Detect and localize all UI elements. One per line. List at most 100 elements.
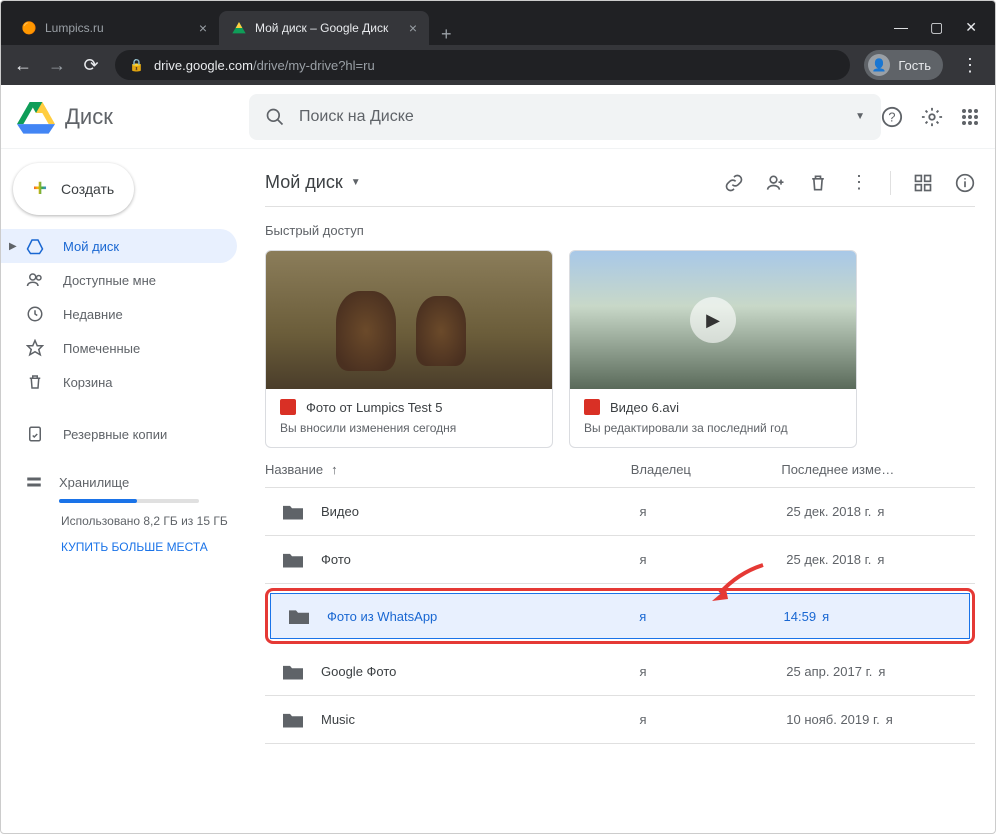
row-name: Фото из WhatsApp bbox=[327, 609, 437, 624]
quick-access-title: Быстрый доступ bbox=[265, 223, 975, 238]
forward-button[interactable]: → bbox=[47, 55, 67, 76]
quick-card-sub: Вы вносили изменения сегодня bbox=[280, 421, 538, 435]
sidebar-item-starred[interactable]: Помеченные bbox=[1, 331, 237, 365]
folder-icon bbox=[283, 664, 303, 680]
buy-storage-link[interactable]: КУПИТЬ БОЛЬШЕ МЕСТА bbox=[61, 540, 231, 554]
folder-icon bbox=[283, 712, 303, 728]
video-file-icon bbox=[584, 399, 600, 415]
apps-icon[interactable] bbox=[961, 108, 979, 126]
column-header-owner[interactable]: Владелец bbox=[631, 462, 782, 477]
quick-card[interactable]: Фото от Lumpics Test 5 Вы вносили измене… bbox=[265, 250, 553, 448]
breadcrumb[interactable]: Мой диск ▼ bbox=[265, 172, 361, 193]
reload-button[interactable]: ⟳ bbox=[81, 55, 101, 76]
profile-chip[interactable]: 👤 Гость bbox=[864, 50, 943, 80]
row-modified: 25 дек. 2018 г. bbox=[786, 504, 871, 519]
minimize-icon[interactable]: ― bbox=[894, 19, 908, 35]
trash-icon bbox=[25, 373, 45, 391]
grid-view-icon[interactable] bbox=[913, 173, 933, 193]
help-icon[interactable]: ? bbox=[881, 106, 903, 128]
favicon-icon: 🟠 bbox=[21, 20, 37, 36]
profile-label: Гость bbox=[898, 58, 931, 73]
sidebar-item-shared[interactable]: Доступные мне bbox=[1, 263, 237, 297]
app-logo[interactable]: Диск bbox=[17, 100, 249, 134]
row-owner: я bbox=[639, 664, 786, 679]
create-button[interactable]: + Создать bbox=[13, 163, 134, 215]
row-owner: я bbox=[639, 712, 786, 727]
table-row[interactable]: Фото я 25 дек. 2018 г.я bbox=[265, 536, 975, 584]
settings-icon[interactable] bbox=[921, 106, 943, 128]
quick-card-name: Фото от Lumpics Test 5 bbox=[306, 400, 442, 415]
search-placeholder: Поиск на Диске bbox=[299, 108, 414, 126]
storage-used-text: Использовано 8,2 ГБ из 15 ГБ bbox=[61, 513, 231, 530]
storage-label[interactable]: Хранилище bbox=[59, 475, 129, 490]
sidebar-item-label: Помеченные bbox=[63, 341, 140, 356]
url-path: /drive/my-drive?hl=ru bbox=[253, 58, 375, 73]
folder-icon bbox=[289, 608, 309, 624]
more-button[interactable]: ⋮ bbox=[850, 172, 868, 193]
info-icon[interactable] bbox=[955, 173, 975, 193]
table-row[interactable]: Google Фото я 25 апр. 2017 г.я bbox=[265, 648, 975, 696]
close-window-icon[interactable]: ✕ bbox=[965, 19, 977, 36]
sidebar-item-backups[interactable]: Резервные копии bbox=[1, 417, 237, 451]
sidebar-item-label: Доступные мне bbox=[63, 273, 156, 288]
image-file-icon bbox=[280, 399, 296, 415]
clock-icon bbox=[25, 305, 45, 323]
table-row[interactable]: Music я 10 нояб. 2019 г.я bbox=[265, 696, 975, 744]
lock-icon: 🔒 bbox=[129, 58, 144, 72]
sidebar-item-trash[interactable]: Корзина bbox=[1, 365, 237, 399]
row-modified: 10 нояб. 2019 г. bbox=[786, 712, 880, 727]
row-modified: 25 апр. 2017 г. bbox=[786, 664, 872, 679]
delete-icon[interactable] bbox=[808, 173, 828, 193]
table-row[interactable]: Фото из WhatsApp я 14:59я bbox=[270, 593, 970, 639]
create-label: Создать bbox=[61, 181, 114, 197]
add-person-icon[interactable] bbox=[766, 173, 786, 193]
quick-card-name: Видео 6.avi bbox=[610, 400, 679, 415]
sidebar-item-my-drive[interactable]: ▶ Мой диск bbox=[1, 229, 237, 263]
sidebar-item-label: Корзина bbox=[63, 375, 113, 390]
new-tab-button[interactable]: + bbox=[429, 24, 464, 45]
quick-card-sub: Вы редактировали за последний год bbox=[584, 421, 842, 435]
browser-tab[interactable]: 🟠 Lumpics.ru × bbox=[9, 11, 219, 45]
storage-bar bbox=[59, 499, 199, 503]
storage-icon bbox=[25, 473, 43, 491]
browser-tab[interactable]: Мой диск – Google Диск × bbox=[219, 11, 429, 45]
back-button[interactable]: ← bbox=[13, 55, 33, 76]
table-row[interactable]: Видео я 25 дек. 2018 г.я bbox=[265, 488, 975, 536]
people-icon bbox=[25, 271, 45, 289]
backup-icon bbox=[25, 425, 45, 443]
sidebar-item-label: Резервные копии bbox=[63, 427, 167, 442]
row-name: Music bbox=[321, 712, 355, 727]
search-icon bbox=[265, 107, 285, 127]
search-options-icon[interactable]: ▼ bbox=[855, 111, 865, 122]
sidebar-item-recent[interactable]: Недавние bbox=[1, 297, 237, 331]
star-icon bbox=[25, 339, 45, 357]
search-bar[interactable]: Поиск на Диске ▼ bbox=[249, 94, 881, 140]
drive-logo-icon bbox=[17, 100, 55, 134]
sidebar-item-label: Мой диск bbox=[63, 239, 119, 254]
browser-menu-button[interactable]: ⋮ bbox=[957, 55, 983, 76]
address-bar[interactable]: 🔒 drive.google.com/drive/my-drive?hl=ru bbox=[115, 50, 850, 80]
close-icon[interactable]: × bbox=[409, 20, 417, 36]
row-modified: 14:59 bbox=[784, 609, 817, 624]
avatar-icon: 👤 bbox=[868, 54, 890, 76]
row-modified: 25 дек. 2018 г. bbox=[786, 552, 871, 567]
row-owner: я bbox=[639, 609, 783, 624]
highlight-annotation: Фото из WhatsApp я 14:59я bbox=[265, 588, 975, 644]
favicon-icon bbox=[231, 20, 247, 36]
column-header-name[interactable]: Название ↑ bbox=[265, 462, 631, 477]
sidebar-item-label: Недавние bbox=[63, 307, 123, 322]
sort-up-icon: ↑ bbox=[331, 462, 338, 477]
link-icon[interactable] bbox=[724, 173, 744, 193]
column-header-modified[interactable]: Последнее изме… bbox=[781, 462, 975, 477]
chevron-down-icon: ▼ bbox=[351, 177, 361, 188]
quick-card[interactable]: ▶ Видео 6.avi Вы редактировали за послед… bbox=[569, 250, 857, 448]
maximize-icon[interactable]: ▢ bbox=[930, 19, 943, 36]
tab-title: Lumpics.ru bbox=[45, 21, 104, 35]
chevron-right-icon[interactable]: ▶ bbox=[9, 241, 17, 252]
close-icon[interactable]: × bbox=[199, 20, 207, 36]
folder-icon bbox=[283, 552, 303, 568]
thumbnail: ▶ bbox=[570, 251, 856, 389]
app-name: Диск bbox=[65, 104, 113, 130]
play-icon: ▶ bbox=[690, 297, 736, 343]
folder-icon bbox=[283, 504, 303, 520]
